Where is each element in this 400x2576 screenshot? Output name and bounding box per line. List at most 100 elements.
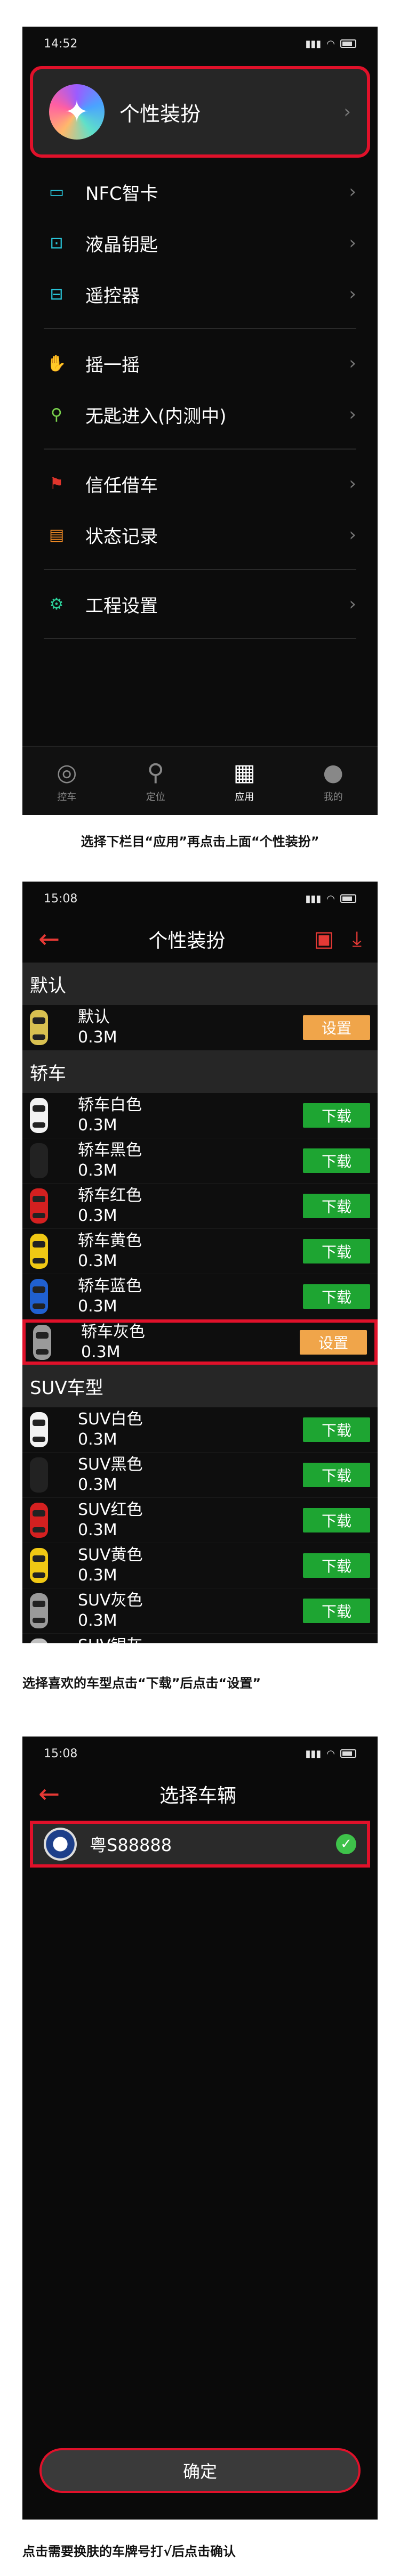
skin-size: 0.3M <box>78 1476 117 1494</box>
skin-size: 0.3M <box>78 1521 117 1539</box>
chevron-right-icon: › <box>349 473 356 494</box>
set-button[interactable]: 设置 <box>300 1330 367 1355</box>
skin-name: 轿车黑色 <box>78 1141 142 1160</box>
skin-name: 轿车黄色 <box>78 1232 142 1250</box>
section-header: 轿车 <box>22 1050 378 1093</box>
car-top-view-icon <box>30 1548 48 1583</box>
set-button[interactable]: 设置 <box>303 1015 370 1040</box>
skin-info: SUV黄色 0.3M <box>78 1545 303 1586</box>
download-button[interactable]: 下载 <box>303 1239 370 1263</box>
menu-item[interactable]: ⚲ 无匙进入(内测中) › <box>44 389 356 440</box>
skin-name: 轿车蓝色 <box>78 1277 142 1295</box>
skin-logo-icon: ✦ <box>49 84 105 140</box>
skin-size: 0.3M <box>78 1028 117 1047</box>
wifi-icon: ◠ <box>326 38 335 50</box>
page-title: 个性装扮 <box>148 930 226 952</box>
skin-size: 0.3M <box>78 1430 117 1449</box>
car-top-view-icon <box>33 1324 51 1360</box>
menu-item[interactable]: ⊟ 遥控器 › <box>44 268 356 320</box>
status-time: 15:08 <box>44 892 78 906</box>
download-button[interactable]: 下载 <box>303 1508 370 1532</box>
lcd-key-icon: ⊡ <box>50 233 63 252</box>
car-top-view-icon <box>30 1457 48 1493</box>
status-bar: 15:08 ▮▮▮ ◠ <box>22 882 378 916</box>
tab-item[interactable]: ● 我的 <box>289 747 378 815</box>
download-button[interactable]: 下载 <box>303 1417 370 1442</box>
car-top-view-icon <box>30 1503 48 1538</box>
skin-name: SUV银灰 <box>78 1636 303 1643</box>
tab-item[interactable]: ◎ 控车 <box>22 747 111 815</box>
skin-name: SUV白色 <box>78 1410 143 1429</box>
personal-skin-entry[interactable]: ✦ 个性装扮 › <box>30 66 370 158</box>
menu-item[interactable]: ⊡ 液晶钥匙 › <box>44 217 356 268</box>
back-arrow-icon[interactable]: ← <box>38 1779 60 1809</box>
car-brand-logo-icon <box>44 1828 77 1861</box>
shake-icon: ✋ <box>46 354 67 373</box>
skin-info: 轿车红色 0.3M <box>78 1186 303 1226</box>
menu-item[interactable]: ⚙ 工程设置 › <box>44 578 356 630</box>
menu-group: ⚙ 工程设置 › <box>44 570 356 639</box>
wifi-icon: ◠ <box>326 893 335 904</box>
status-icons: ▮▮▮ ◠ <box>306 1748 356 1759</box>
chevron-right-icon: › <box>349 283 356 305</box>
menu-item[interactable]: ▭ NFC智卡 › <box>44 166 356 217</box>
skin-info: 轿车黑色 0.3M <box>78 1140 303 1181</box>
skin-row: SUV黑色 0.3M 下载 <box>22 1453 378 1498</box>
skin-name: 轿车灰色 <box>81 1322 145 1341</box>
vehicle-row[interactable]: 粤S88888 ✓ <box>30 1821 370 1868</box>
skin-row: 轿车白色 0.3M 下载 <box>22 1093 378 1138</box>
engineering-settings-icon: ⚙ <box>49 594 64 614</box>
download-button[interactable]: 下载 <box>303 1194 370 1218</box>
skin-info: 默认 0.3M <box>78 1007 303 1048</box>
status-time: 14:52 <box>44 37 78 51</box>
skin-info: SUV黑色 0.3M <box>78 1455 303 1495</box>
skin-info: 轿车黄色 0.3M <box>78 1231 303 1271</box>
skin-name: SUV灰色 <box>78 1591 143 1610</box>
signal-icon: ▮▮▮ <box>305 38 322 50</box>
menu-item-label: 液晶钥匙 <box>85 234 158 256</box>
confirm-button[interactable]: 确定 <box>39 2448 361 2493</box>
skin-size: 0.3M <box>78 1116 117 1135</box>
status-icons: ▮▮▮ ◠ <box>306 38 356 50</box>
car-top-view-icon <box>30 1234 48 1269</box>
car-top-view-icon <box>30 1412 48 1447</box>
menu-list: ▭ NFC智卡 › ⊡ 液晶钥匙 › ⊟ 遥控器 › ✋ 摇一摇 › ⚲ 无匙进入(内测中) › ⚑ 信任借车 ›… <box>22 158 378 639</box>
tab-item[interactable]: ⚲ 定位 <box>111 747 201 815</box>
skin-row: 默认 0.3M 设置 <box>22 1005 378 1050</box>
skin-size: 0.3M <box>78 1611 117 1630</box>
menu-item-label: NFC智卡 <box>85 183 158 205</box>
skin-row: 轿车蓝色 0.3M 下载 <box>22 1274 378 1319</box>
menu-item-label: 信任借车 <box>85 475 158 496</box>
battery-icon <box>340 1749 356 1758</box>
car-top-view-icon <box>30 1593 48 1628</box>
menu-item[interactable]: ▤ 状态记录 › <box>44 509 356 560</box>
back-arrow-icon[interactable]: ← <box>38 924 60 954</box>
tab-item[interactable]: ▦ 应用 <box>200 747 289 815</box>
car-top-view-icon <box>30 1188 48 1224</box>
menu-group: ✋ 摇一摇 › ⚲ 无匙进入(内测中) › <box>44 329 356 450</box>
skin-row: SUV黄色 0.3M 下载 <box>22 1543 378 1588</box>
download-button[interactable]: 下载 <box>303 1553 370 1578</box>
download-button[interactable]: 下载 <box>303 1284 370 1309</box>
menu-item[interactable]: ✋ 摇一摇 › <box>44 338 356 389</box>
user-icon: ● <box>323 759 343 786</box>
download-button[interactable]: 下载 <box>303 1599 370 1623</box>
skin-manage-icon[interactable]: ▣ <box>314 927 334 951</box>
download-button[interactable]: 下载 <box>303 1148 370 1173</box>
download-button[interactable]: 下载 <box>303 1103 370 1128</box>
chevron-right-icon: › <box>349 232 356 254</box>
skin-row: SUV红色 0.3M 下载 <box>22 1498 378 1543</box>
chevron-right-icon: › <box>349 353 356 374</box>
skin-list: 默认 默认 0.3M 设置 轿车 轿车白色 0.3M 下载 轿车黑色 0.3M 下载 轿车红色 0.3M… <box>22 963 378 1643</box>
download-button[interactable]: 下载 <box>303 1463 370 1487</box>
check-icon[interactable]: ✓ <box>336 1834 356 1854</box>
status-log-icon: ▤ <box>49 525 65 544</box>
skin-row: 轿车黄色 0.3M 下载 <box>22 1229 378 1274</box>
battery-icon <box>340 894 356 903</box>
car-top-view-icon <box>30 1143 48 1178</box>
chevron-right-icon: › <box>349 181 356 202</box>
menu-item[interactable]: ⚑ 信任借车 › <box>44 458 356 509</box>
skin-info: SUV银灰0.3M <box>78 1636 303 1643</box>
skin-size: 0.3M <box>78 1252 117 1270</box>
download-icon[interactable]: ⤓ <box>352 927 362 951</box>
